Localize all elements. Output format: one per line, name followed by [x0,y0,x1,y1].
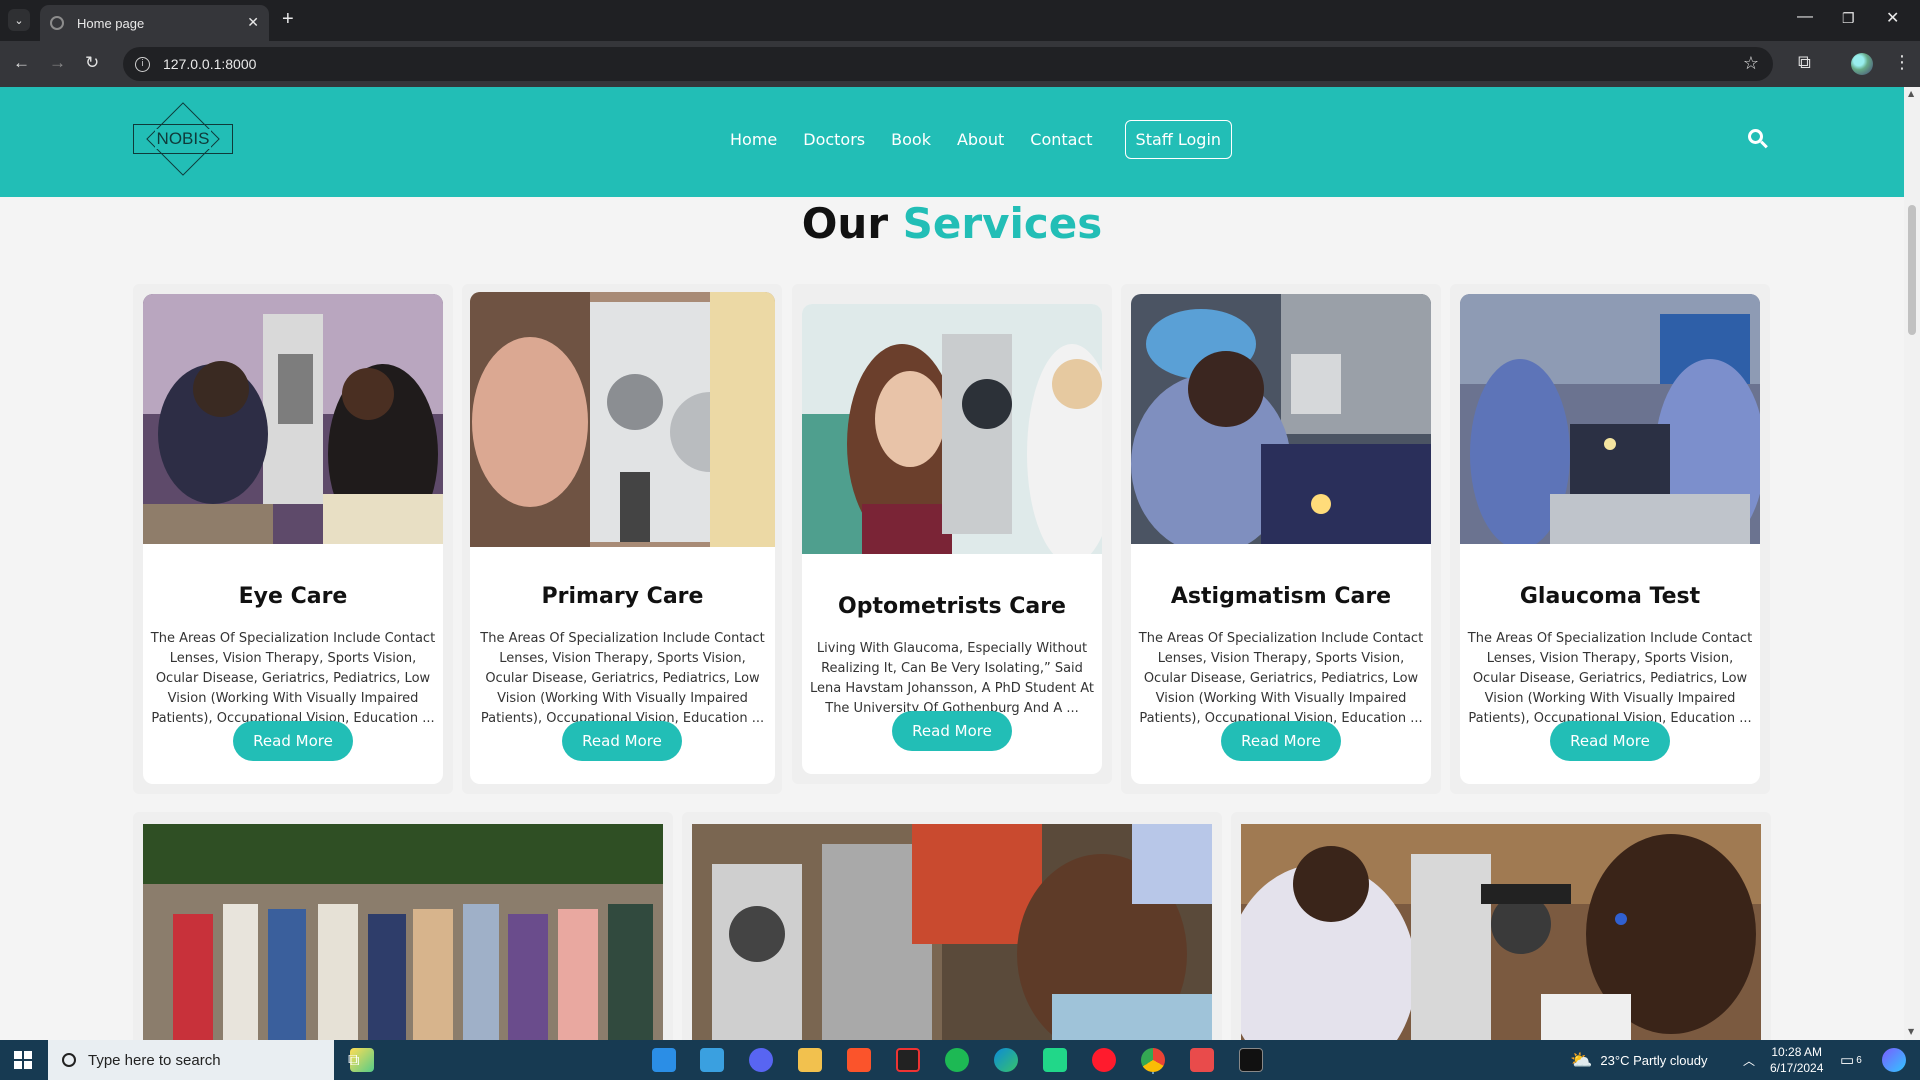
glaucoma-test-photo [1460,294,1760,544]
nobis-logo[interactable]: NOBIS [133,101,233,177]
minimize-button[interactable]: — [1797,8,1813,26]
nav-home[interactable]: Home [730,130,777,149]
read-more-button[interactable]: Read More [1550,721,1670,761]
browser-tab[interactable]: Home page ✕ [40,5,269,41]
service-description: The Areas Of Specialization Include Cont… [1467,631,1753,726]
section-title-part2: Services [902,199,1103,248]
service-title: Primary Care [541,584,704,609]
tab-search-button[interactable]: ⌄ [8,9,30,31]
nav-about[interactable]: About [957,130,1004,149]
site-header: NOBIS Home Doctors Book About Contact St… [0,87,1904,197]
restore-button[interactable]: ❐ [1842,10,1855,27]
service-title: Glaucoma Test [1519,584,1701,609]
service-card-primary-care: Primary Care The Areas Of Specialization… [470,292,775,784]
community-outreach-photo [143,824,663,1040]
nav-doctors[interactable]: Doctors [803,130,865,149]
opera-icon[interactable] [1092,1048,1116,1072]
service-card-astigmatism-care: Astigmatism Care The Areas Of Specializa… [1131,294,1431,784]
show-hidden-icons-button[interactable]: ︿ [1743,1040,1755,1080]
service-card-glaucoma-test: Glaucoma Test The Areas Of Specializatio… [1460,294,1760,784]
astigmatism-care-photo [1131,294,1431,544]
service-description: Living With Glaucoma, Especially Without… [810,641,1094,716]
globe-icon [50,16,64,30]
logo-text: NOBIS [154,129,212,149]
nav-book[interactable]: Book [891,130,931,149]
windows-start-icon[interactable] [14,1051,32,1069]
forward-button[interactable]: → [49,53,66,73]
discord-icon[interactable] [749,1048,773,1072]
windows-taskbar: Type here to search ⧉ ⛅ 23°C Partly clou… [0,1040,1920,1080]
page-scrollbar[interactable]: ▲ ▼ [1904,87,1920,1040]
notification-center[interactable]: ▭ 6 [1840,1040,1862,1080]
partly-cloudy-icon: ⛅ [1570,1049,1593,1070]
notification-icon: ▭ [1840,1052,1855,1069]
close-tab-icon[interactable]: ✕ [247,15,259,31]
wps-office-icon[interactable] [1190,1048,1214,1072]
chrome-icon[interactable] [1141,1048,1165,1072]
search-icon [62,1053,76,1067]
search-icon[interactable] [1748,129,1768,149]
edge-icon[interactable] [994,1048,1018,1072]
service-card-eye-care: Eye Care The Areas Of Specialization Inc… [143,294,443,784]
logo-box: NOBIS [133,124,233,154]
weather-widget[interactable]: ⛅ 23°C Partly cloudy [1570,1040,1708,1080]
task-view-icon[interactable]: ⧉ [348,1050,359,1070]
microsoft-store-icon[interactable] [700,1048,724,1072]
browser-tab-strip: ⌄ Home page ✕ + — ❐ ✕ [0,0,1920,41]
primary-care-photo [470,292,775,547]
new-tab-button[interactable]: + [282,8,294,31]
close-window-button[interactable]: ✕ [1886,8,1899,28]
read-more-button[interactable]: Read More [892,711,1012,751]
pycharm-icon[interactable] [1043,1048,1067,1072]
address-bar[interactable]: i 127.0.0.1:8000 ☆ [123,47,1773,81]
service-description: The Areas Of Specialization Include Cont… [150,631,436,726]
extensions-icon[interactable]: ⧉ [1798,52,1811,73]
read-more-button[interactable]: Read More [562,721,682,761]
reload-button[interactable]: ↻ [85,53,99,73]
vscode-icon[interactable] [652,1048,676,1072]
notification-count: 6 [1856,1054,1862,1066]
service-description: The Areas Of Specialization Include Cont… [480,631,765,726]
scrollbar-thumb[interactable] [1908,205,1916,335]
service-card-optometrists-care: Optometrists Care Living With Glaucoma, … [802,304,1102,774]
eye-care-photo [143,294,443,544]
taskbar-search-placeholder: Type here to search [88,1051,221,1069]
page-viewport: NOBIS Home Doctors Book About Contact St… [0,87,1904,1040]
copilot-icon[interactable] [1882,1048,1906,1072]
read-more-button[interactable]: Read More [233,721,353,761]
optometrists-care-photo [802,304,1102,554]
nav-contact[interactable]: Contact [1030,130,1092,149]
taskbar-search-box[interactable]: Type here to search [48,1040,334,1080]
back-button[interactable]: ← [13,53,30,73]
url-text: 127.0.0.1:8000 [163,56,257,72]
browser-toolbar: ← → ↻ i 127.0.0.1:8000 ☆ ⧉ ⋮ [0,41,1920,87]
staff-login-button[interactable]: Staff Login [1124,120,1233,159]
service-title: Optometrists Care [838,594,1066,619]
spotify-icon[interactable] [945,1048,969,1072]
eye-exam-photo [692,824,1212,1040]
main-nav: Home Doctors Book About Contact Staff Lo… [730,120,1233,159]
section-title: Our Services [0,199,1904,248]
taskbar-clock[interactable]: 10:28 AM 6/17/2024 [1770,1044,1823,1076]
brave-icon[interactable] [847,1048,871,1072]
service-title: Astigmatism Care [1170,584,1392,609]
service-title: Eye Care [238,584,348,609]
service-description: The Areas Of Specialization Include Cont… [1138,631,1424,726]
weather-text: 23°C Partly cloudy [1600,1052,1708,1068]
terminal-icon[interactable] [1239,1048,1263,1072]
tab-title: Home page [77,15,145,31]
clock-time: 10:28 AM [1771,1045,1823,1059]
clock-date: 6/17/2024 [1770,1061,1824,1075]
site-info-icon[interactable]: i [135,56,150,72]
figma-icon[interactable] [896,1048,920,1072]
scroll-up-arrow[interactable]: ▲ [1908,89,1914,98]
read-more-button[interactable]: Read More [1221,721,1341,761]
scroll-down-arrow[interactable]: ▼ [1908,1027,1914,1036]
profile-avatar[interactable] [1851,53,1873,75]
bookmark-star-icon[interactable]: ☆ [1743,53,1759,74]
slit-lamp-exam-photo [1241,824,1761,1040]
file-explorer-icon[interactable] [798,1048,822,1072]
section-title-part1: Our [801,199,889,248]
browser-menu-icon[interactable]: ⋮ [1893,52,1911,73]
